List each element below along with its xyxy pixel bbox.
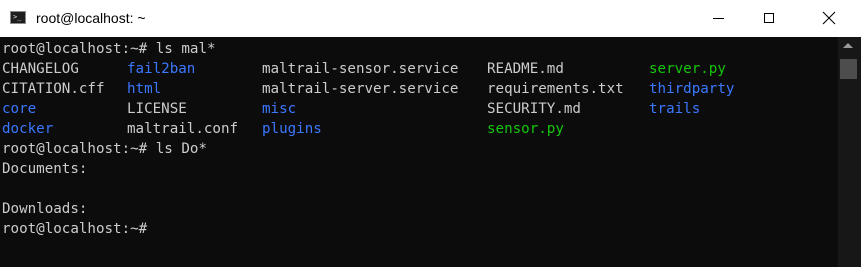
ls-entry-dir: docker — [2, 121, 54, 137]
prompt-line: root@localhost:~# — [2, 221, 148, 237]
ls-entry-file: CHANGELOG — [2, 61, 79, 77]
ls-entry-file: README.md — [487, 61, 564, 77]
close-button[interactable] — [805, 0, 851, 37]
terminal-output[interactable]: root@localhost:~# ls mal* CHANGELOG fail2… — [0, 37, 838, 267]
ls-entry-exec: server.py — [649, 61, 726, 77]
ls-entry-file: maltrail-sensor.service — [262, 61, 459, 77]
output-line: Documents: — [2, 161, 88, 177]
prompt-line: root@localhost:~# ls Do* — [2, 141, 207, 157]
vertical-scrollbar[interactable] — [838, 37, 861, 267]
ls-entry-file: CITATION.cff — [2, 81, 105, 97]
ls-entry-file: maltrail-server.service — [262, 81, 459, 97]
scrollbar-thumb[interactable] — [840, 59, 857, 79]
ls-entry-file: LICENSE — [127, 101, 187, 117]
window-title: root@localhost: ~ — [36, 10, 146, 26]
maximize-button[interactable] — [747, 0, 793, 37]
ls-entry-file: SECURITY.md — [487, 101, 581, 117]
ls-entry-dir: plugins — [262, 121, 322, 137]
maximize-icon — [764, 13, 774, 23]
ls-entry-exec: sensor.py — [487, 121, 564, 137]
ls-entry-dir: fail2ban — [127, 61, 196, 77]
minimize-icon — [713, 18, 724, 19]
ls-entry-dir: trails — [649, 101, 701, 117]
minimize-button[interactable] — [696, 0, 742, 37]
terminal-window: >_ root@localhost: ~ root@localhost:~# l… — [0, 0, 861, 267]
scroll-up-arrow-icon[interactable] — [843, 43, 853, 48]
ls-entry-file: maltrail.conf — [127, 121, 239, 137]
ls-entry-file: requirements.txt — [487, 81, 624, 97]
ls-entry-dir: misc — [262, 101, 297, 117]
terminal-app-icon-glyph: >_ — [13, 13, 22, 21]
output-line: Downloads: — [2, 201, 88, 217]
terminal-app-icon[interactable]: >_ — [10, 11, 26, 24]
ls-entry-dir: thirdparty — [649, 81, 735, 97]
ls-row: docker maltrail.conf plugins sensor.py — [0, 119, 838, 139]
ls-row: CITATION.cff html maltrail-server.service r… — [0, 79, 838, 99]
title-bar[interactable]: >_ root@localhost: ~ — [0, 0, 861, 37]
prompt-line: root@localhost:~# ls mal* — [2, 41, 216, 57]
close-icon — [822, 11, 836, 25]
ls-entry-dir: html — [127, 81, 162, 97]
ls-row: core LICENSE misc SECURITY.md trails — [0, 99, 838, 119]
ls-entry-dir: core — [2, 101, 37, 117]
ls-row: CHANGELOG fail2ban maltrail-sensor.service… — [0, 59, 838, 79]
